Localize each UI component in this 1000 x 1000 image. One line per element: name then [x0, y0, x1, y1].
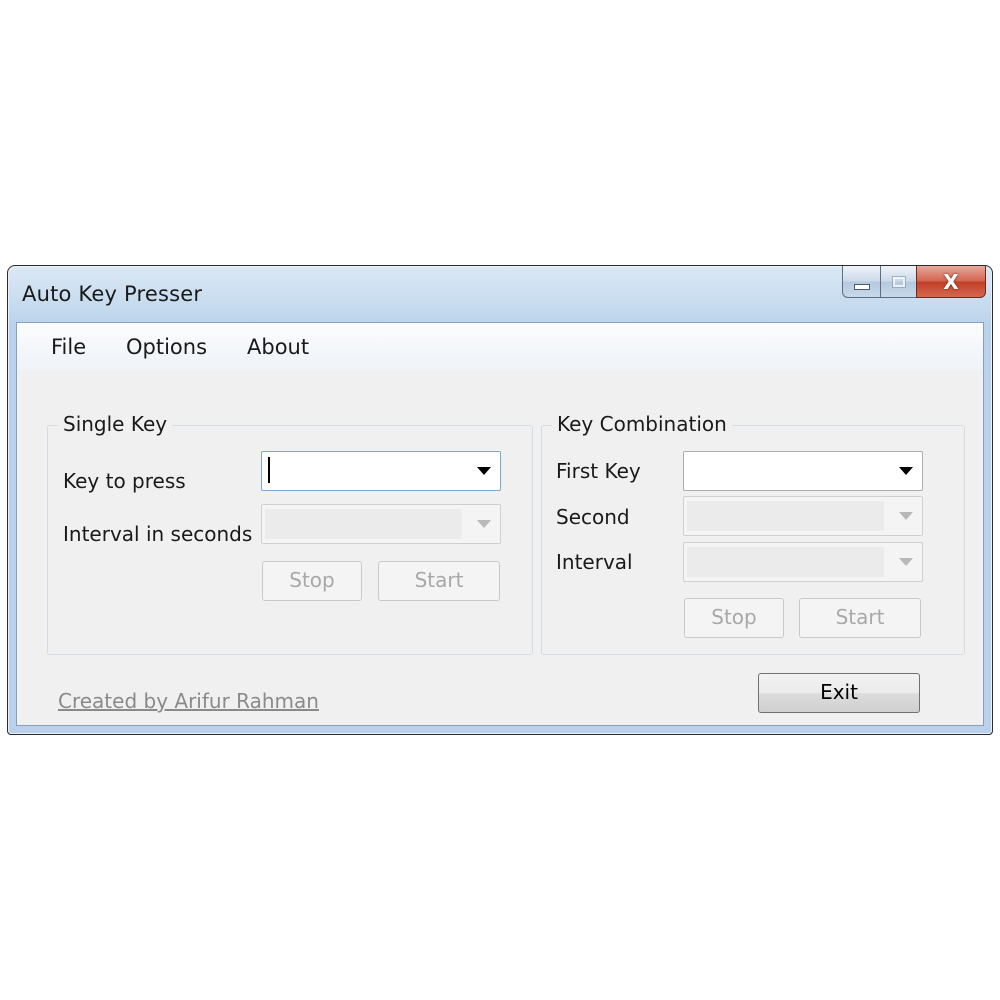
dropdown-field: [687, 547, 884, 577]
chevron-down-icon: [899, 558, 913, 566]
dropdown-field: [687, 501, 884, 531]
interval-seconds-label: Interval in seconds: [63, 522, 253, 546]
menu-about[interactable]: About: [247, 335, 309, 359]
maximize-icon: [891, 275, 906, 288]
chevron-down-icon: [899, 467, 913, 475]
first-key-dropdown[interactable]: [683, 451, 923, 491]
title-bar[interactable]: Auto Key Presser X: [8, 266, 992, 322]
chevron-down-icon: [477, 520, 491, 528]
combo-stop-button[interactable]: Stop: [684, 598, 784, 638]
menu-options[interactable]: Options: [126, 335, 207, 359]
second-key-dropdown[interactable]: [683, 496, 923, 536]
combo-start-button[interactable]: Start: [799, 598, 921, 638]
exit-button[interactable]: Exit: [758, 673, 920, 713]
close-icon: X: [943, 269, 959, 294]
menu-file[interactable]: File: [51, 335, 86, 359]
single-key-group-title: Single Key: [58, 412, 173, 436]
single-stop-button[interactable]: Stop: [262, 561, 362, 601]
maximize-button[interactable]: [880, 266, 916, 298]
minimize-icon: [853, 283, 870, 290]
app-window: Auto Key Presser X File Options About Si…: [7, 265, 993, 735]
dropdown-field: [265, 509, 462, 539]
key-to-press-label: Key to press: [63, 469, 186, 493]
credit-link[interactable]: Created by Arifur Rahman: [58, 689, 319, 713]
combo-interval-label: Interval: [556, 550, 633, 574]
window-title: Auto Key Presser: [22, 282, 203, 306]
close-button[interactable]: X: [916, 266, 986, 298]
key-combination-group-title: Key Combination: [552, 412, 732, 436]
chevron-down-icon: [477, 467, 491, 475]
combo-interval-dropdown[interactable]: [683, 542, 923, 582]
client-area: File Options About Single Key Key to pre…: [16, 322, 984, 726]
menu-bar: File Options About: [17, 323, 983, 371]
interval-seconds-dropdown[interactable]: [261, 504, 501, 544]
caption-buttons: X: [842, 266, 986, 300]
first-key-label: First Key: [556, 459, 641, 483]
key-to-press-dropdown[interactable]: [261, 451, 501, 491]
text-caret: [268, 457, 270, 483]
second-key-label: Second: [556, 505, 630, 529]
minimize-button[interactable]: [842, 266, 880, 298]
chevron-down-icon: [899, 512, 913, 520]
single-start-button[interactable]: Start: [378, 561, 500, 601]
